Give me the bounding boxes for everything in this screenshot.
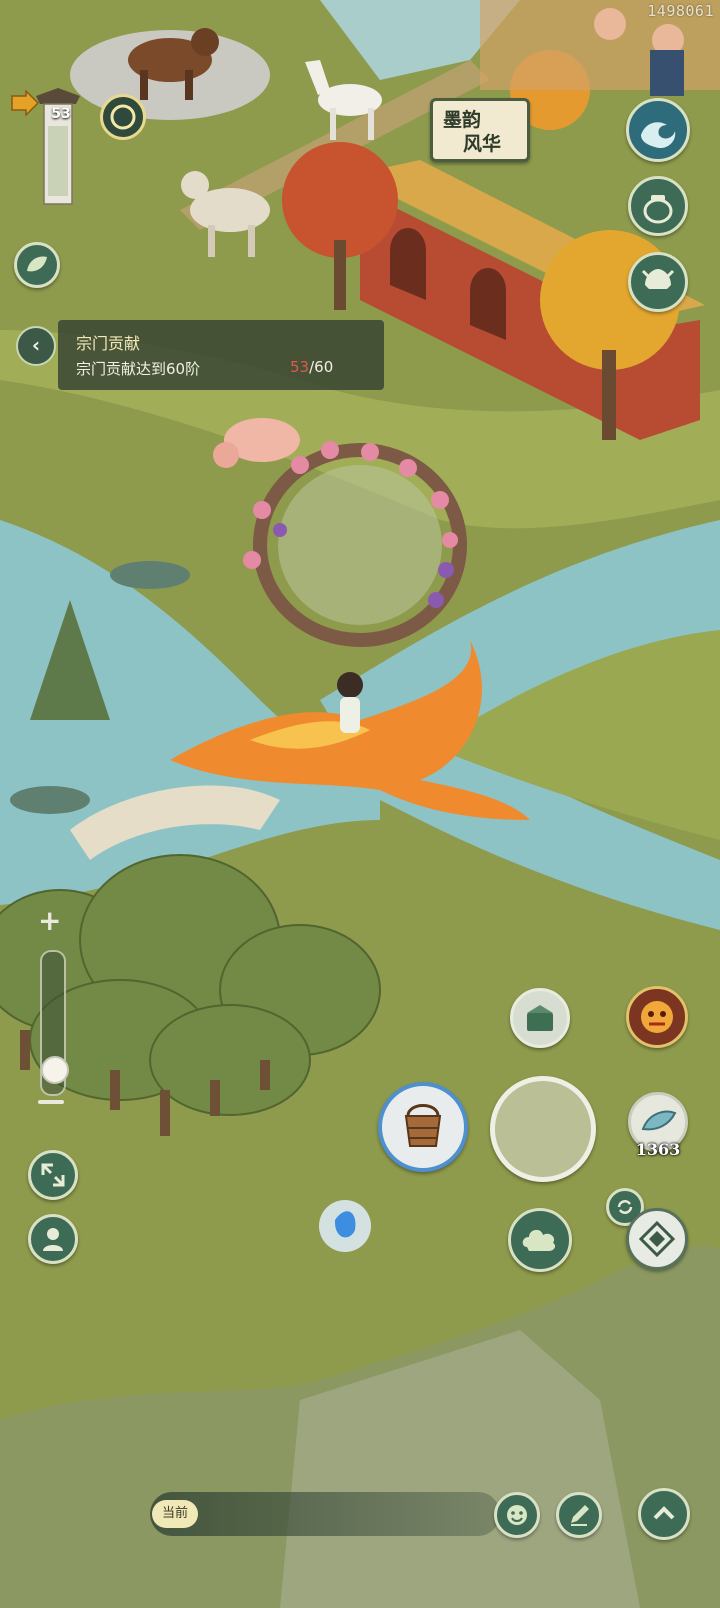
zoom-out-button[interactable] [38,1100,64,1104]
rock-pillar-left [110,561,190,589]
character-button[interactable] [28,1214,78,1264]
helmet-button[interactable] [628,252,688,312]
chevron-left-icon: ‹ [31,333,41,357]
expand-menu-button[interactable] [638,1488,690,1540]
expand-button[interactable] [28,1150,78,1200]
zoom-in-button[interactable]: + [38,904,61,937]
chat-bar[interactable] [150,1492,500,1536]
main-action-button[interactable] [490,1076,596,1182]
banner-line-2: 风华 [463,133,502,155]
helmet-icon [641,269,675,289]
resource-count: 1363 [635,1140,681,1159]
quest-back-button[interactable]: ‹ [16,326,56,366]
level-number: 53 [51,106,71,122]
edit-button[interactable] [556,1492,602,1538]
lion-mask-button[interactable] [626,986,688,1048]
quest-progress-total: /60 [309,358,334,376]
leaf-button[interactable] [14,242,60,288]
edit-icon [571,1505,589,1526]
emoji-button[interactable] [494,1492,540,1538]
lion-mask-icon [641,1001,673,1033]
quest-description: 宗门贡献达到60阶 [76,360,201,378]
compass-button[interactable] [626,1208,688,1270]
quest-progress-current: 53 [290,358,310,376]
rock-pillar-bottom [10,786,90,814]
event-banner[interactable]: 墨韵 风华 [430,98,530,162]
bucket-button[interactable] [378,1082,468,1172]
smile-icon [507,1505,527,1525]
banner-line-1: 墨韵 [443,109,482,131]
compass-icon [638,1220,676,1258]
cloud-icon [522,1229,556,1251]
leaf-icon [27,256,47,272]
level-indicator[interactable]: 53 [8,86,148,246]
expand-icon [41,1163,65,1187]
player-character [337,672,363,733]
pot-icon [643,195,673,224]
quest-title: 宗门贡献 [76,334,141,353]
level-ring-icon[interactable] [100,94,146,140]
chat-channel-label[interactable]: 当前 [152,1500,198,1528]
wave-icon [641,122,676,149]
bucket-icon [404,1104,442,1147]
cloud-button[interactable] [508,1208,572,1272]
user-id-text: 1498061 [647,2,714,20]
pot-button[interactable] [628,176,688,236]
wave-badge-button[interactable] [626,98,690,162]
chevron-up-icon [653,1506,675,1520]
person-icon [43,1228,63,1251]
quest-progress: 53/60 [290,358,333,376]
chest-button[interactable] [510,988,570,1048]
chest-icon [527,1005,553,1031]
